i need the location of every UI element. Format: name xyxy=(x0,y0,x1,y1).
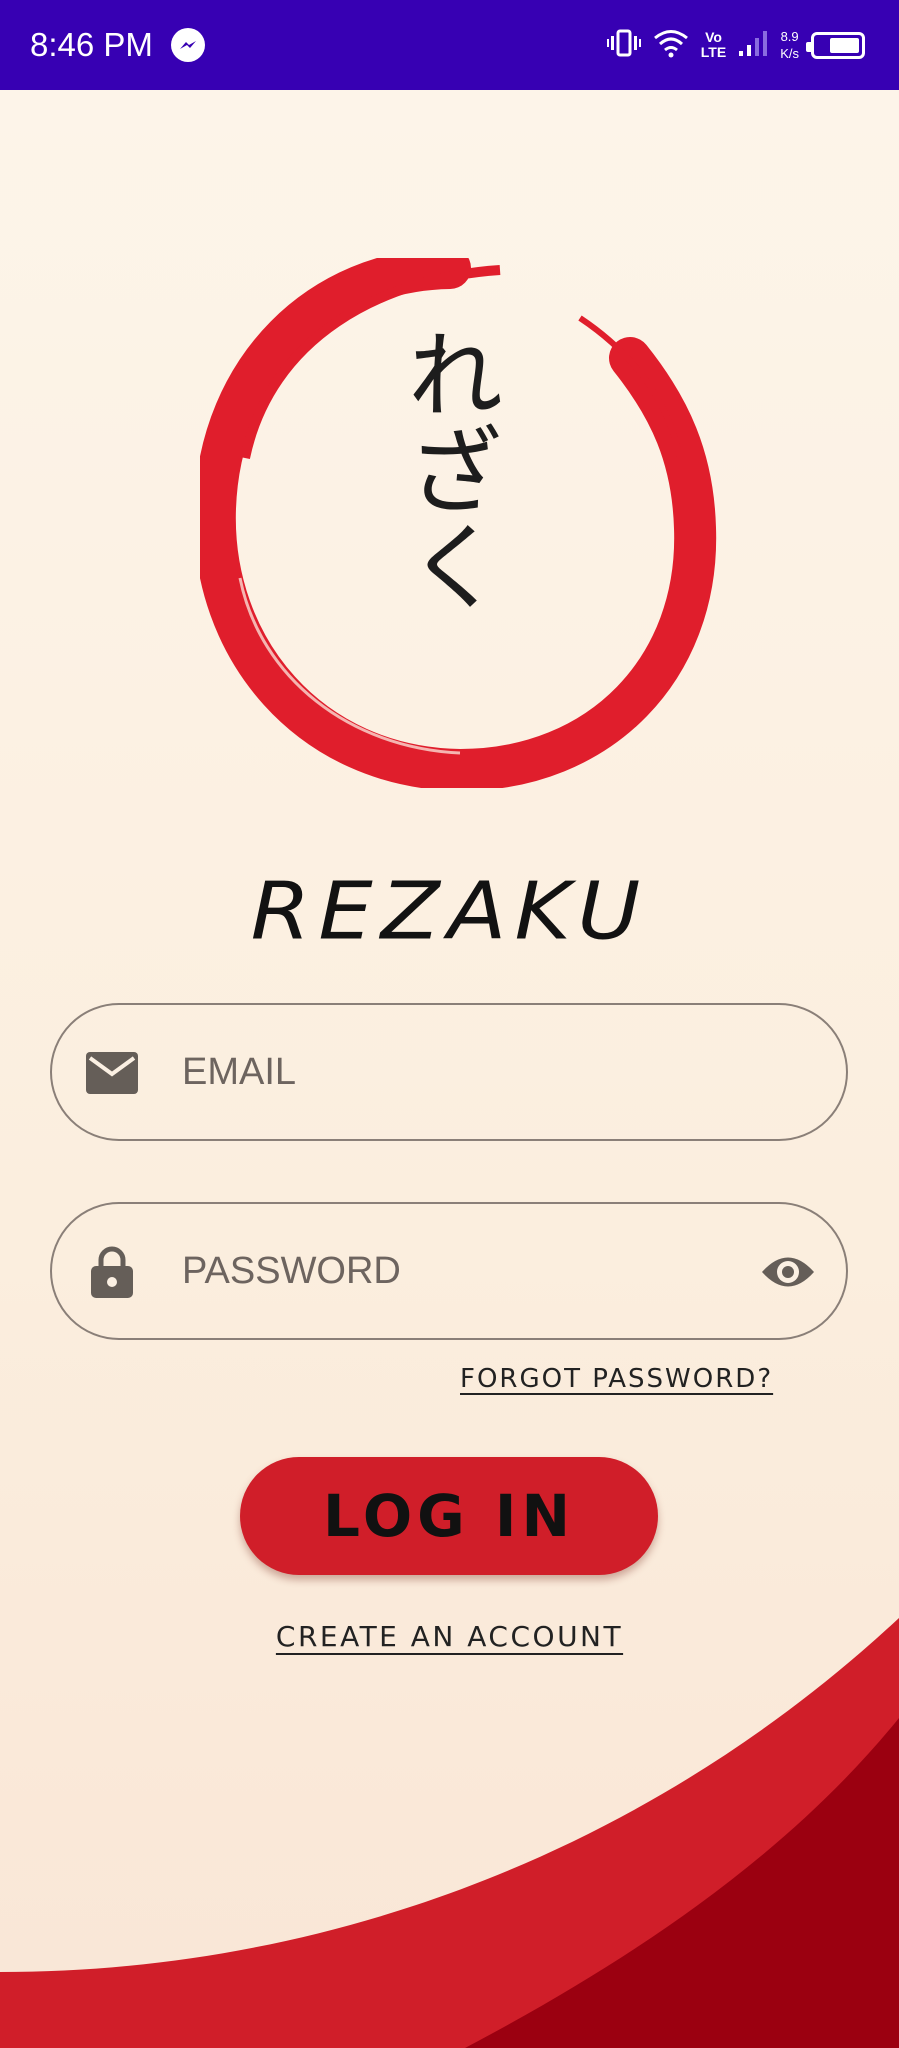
network-speed: 8.9 K/s xyxy=(780,28,799,62)
lock-icon xyxy=(86,1246,138,1298)
speed-value: 8.9 xyxy=(780,29,799,44)
network-top: Vo xyxy=(705,29,722,45)
battery-level xyxy=(829,37,859,53)
logo-kana: れざく xyxy=(391,325,503,613)
status-right: Vo LTE 8.9 K/s xyxy=(606,28,865,62)
status-time: 8:46 PM xyxy=(30,26,153,63)
signal-icon xyxy=(738,29,768,61)
password-field[interactable]: PASSWORD xyxy=(50,1202,848,1340)
status-left: 8:46 PM xyxy=(30,26,205,64)
show-password-icon[interactable] xyxy=(758,1246,818,1298)
network-bottom: LTE xyxy=(700,44,727,60)
forgot-password-link[interactable]: FORGOT PASSWORD? xyxy=(460,1364,773,1394)
brand-title: REZAKU xyxy=(250,866,649,958)
red-wave-decoration xyxy=(0,1618,899,2048)
email-placeholder: EMAIL xyxy=(182,1051,297,1093)
mail-icon xyxy=(86,1047,138,1099)
wifi-icon xyxy=(653,28,689,62)
email-field[interactable]: EMAIL xyxy=(50,1003,848,1141)
login-button[interactable]: LOG IN xyxy=(240,1457,658,1575)
network-type: Vo LTE xyxy=(701,30,726,60)
messenger-icon xyxy=(170,28,205,62)
battery-icon xyxy=(806,31,865,59)
speed-unit: K/s xyxy=(780,46,799,61)
status-bar: 8:46 PM Vo LTE 8.9 K/s xyxy=(0,0,899,90)
vibrate-icon xyxy=(606,28,641,62)
password-placeholder: PASSWORD xyxy=(182,1250,401,1292)
